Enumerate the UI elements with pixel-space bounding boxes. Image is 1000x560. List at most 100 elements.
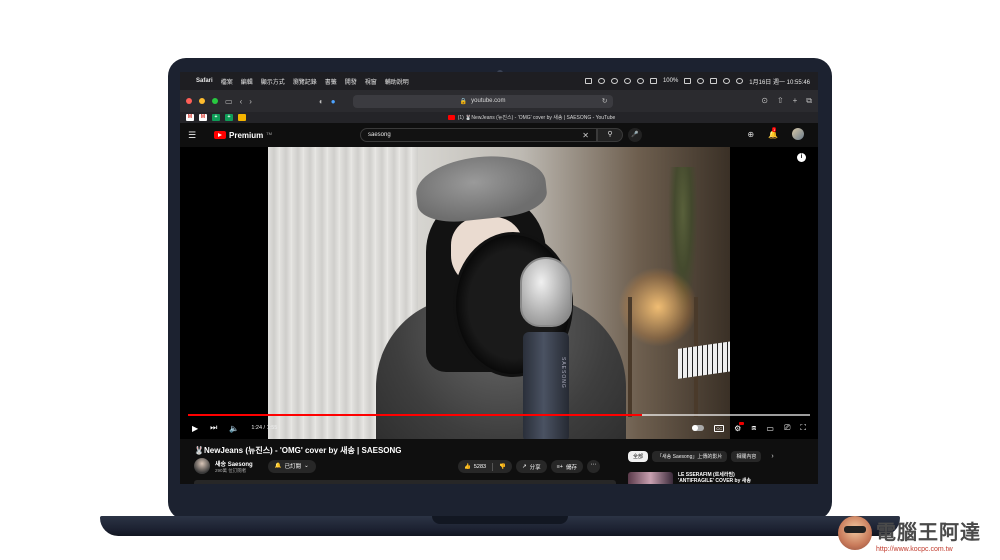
fullscreen-icon[interactable]: ⛶ xyxy=(800,423,806,433)
search-icon[interactable] xyxy=(710,78,718,84)
description-box[interactable] xyxy=(194,480,616,484)
more-actions-icon[interactable]: ⋯ xyxy=(587,460,601,473)
logo-trademark: TM xyxy=(266,130,273,136)
next-icon[interactable]: ⏭ xyxy=(210,423,217,433)
chip-all[interactable]: 全部 xyxy=(628,451,649,462)
laptop-notch xyxy=(432,516,568,524)
siri-icon[interactable] xyxy=(736,78,744,84)
autoplay-toggle[interactable] xyxy=(692,425,705,431)
menubar-item-develop[interactable]: 開發 xyxy=(345,77,357,86)
address-bar[interactable]: 🔒 youtube.com ↻ xyxy=(352,94,613,108)
new-tab-icon[interactable]: + xyxy=(793,96,798,106)
tab-overview-icon[interactable]: ⧉ xyxy=(806,96,812,106)
close-window-button[interactable] xyxy=(186,98,192,104)
menubar-item-view[interactable]: 顯示方式 xyxy=(261,77,285,86)
extension-icon[interactable] xyxy=(610,78,618,84)
menubar-item-bookmarks[interactable]: 書籤 xyxy=(325,77,337,86)
menubar-item-window[interactable]: 視窗 xyxy=(365,77,377,86)
gmail-favorite-icon-2[interactable]: M xyxy=(199,114,207,121)
save-button[interactable]: ≡+ 儲存 xyxy=(550,460,584,473)
zoom-window-button[interactable] xyxy=(212,98,218,104)
battery-icon[interactable] xyxy=(684,78,692,84)
video-player[interactable]: SAESONG i ▶ ⏭ 🔈 1:24 / 1:55 CC ⚙ ⧈ ▭ ⎚ ⛶ xyxy=(180,147,818,439)
chip-channel-uploads[interactable]: 「새송 Saesong」上傳的影片 xyxy=(652,451,728,462)
notifications-bell-icon[interactable]: 🔔 1 xyxy=(768,126,778,139)
watermark-text: 電腦王阿達 http://www.kocpc.com.tw xyxy=(876,516,981,553)
channel-name[interactable]: 새송 Saesong xyxy=(215,459,253,468)
menubar-datetime[interactable]: 1月16日 週一 10:55:46 xyxy=(749,77,810,86)
menubar-item-history[interactable]: 瀏覽記錄 xyxy=(293,77,317,86)
like-dislike-button[interactable]: 👍 5283 👎 xyxy=(458,460,512,473)
subtitles-icon[interactable]: CC xyxy=(714,424,725,432)
youtube-premium-logo[interactable]: Premium TM xyxy=(214,131,272,140)
channel-avatar[interactable] xyxy=(194,458,210,474)
sheets-favorite-icon[interactable]: + xyxy=(212,114,220,121)
recommendation-chips: 全部 「새송 Saesong」上傳的影片 相關內容 › xyxy=(628,451,774,462)
subscribed-button[interactable]: 🔔 已訂閱 ⌄ xyxy=(267,459,316,473)
progress-bar[interactable] xyxy=(188,414,810,416)
settings-gear-icon[interactable]: ⚙ xyxy=(734,421,745,433)
menubar-item-help[interactable]: 輔助說明 xyxy=(385,77,409,86)
share-button[interactable]: ↗ 分享 xyxy=(515,460,547,473)
macos-menubar: Safari 檔案 編輯 顯示方式 瀏覽記錄 書籤 開發 視窗 輔助說明 100… xyxy=(180,72,818,90)
header-actions: ⊕ 🔔 1 xyxy=(747,126,804,140)
active-tab[interactable]: (1) 🐰NewJeans (뉴진스) - 'OMG' cover by 새송 … xyxy=(447,114,615,121)
info-icon[interactable]: i xyxy=(797,153,806,162)
minimize-window-button[interactable] xyxy=(199,98,205,104)
drive-favorite-icon[interactable] xyxy=(238,114,246,121)
thumbs-up-icon[interactable]: 👍 xyxy=(464,464,471,470)
sidebar-toggle-icon[interactable]: ▭ xyxy=(225,97,233,106)
recommended-video[interactable]: LE SSERAFIM (르세라핌) 'ANTIFRAGILE' COVER b… xyxy=(628,472,751,484)
extension-badge-icon[interactable]: ● xyxy=(331,97,336,106)
stage-manager-icon[interactable] xyxy=(584,78,592,84)
back-arrow-icon[interactable]: ‹ xyxy=(240,97,243,106)
gmail-favorite-icon[interactable]: M xyxy=(186,114,194,121)
notification-count: 1 xyxy=(772,126,777,132)
control-center-icon[interactable] xyxy=(723,78,731,84)
privacy-shield-icon[interactable]: ◐ xyxy=(319,97,324,106)
sheets-favorite-icon-2[interactable]: + xyxy=(225,114,233,121)
forward-arrow-icon[interactable]: › xyxy=(249,97,252,106)
chip-related[interactable]: 相關內容 xyxy=(731,451,762,462)
youtube-header: ☰ Premium TM saesong ✕ ⚲ 🎤 ⊕ 🔔 1 xyxy=(180,123,818,147)
laptop-screen: Safari 檔案 編輯 顯示方式 瀏覽記錄 書籤 開發 視窗 輔助說明 100… xyxy=(180,72,818,484)
like-count: 5283 xyxy=(473,463,487,470)
voice-search-icon[interactable]: 🎤 xyxy=(628,128,642,142)
record-icon[interactable] xyxy=(623,78,631,84)
menubar-app-name[interactable]: Safari xyxy=(196,78,213,84)
music-icon[interactable] xyxy=(636,78,644,84)
address-url: youtube.com xyxy=(471,98,506,104)
channel-row: 새송 Saesong 290萬 位訂閱者 🔔 已訂閱 ⌄ xyxy=(194,458,316,474)
cast-icon[interactable]: ⎚ xyxy=(784,423,790,433)
recommended-thumbnail[interactable] xyxy=(628,472,673,484)
downloads-icon[interactable]: ⊙ xyxy=(761,96,768,106)
subscribed-label: 已訂閱 xyxy=(284,464,302,470)
time-display: 1:24 / 1:55 xyxy=(251,425,278,431)
thumbs-down-icon[interactable]: 👎 xyxy=(499,464,506,470)
lock-icon: 🔒 xyxy=(459,98,468,105)
search-input[interactable]: saesong ✕ xyxy=(360,128,597,142)
clear-search-icon[interactable]: ✕ xyxy=(582,131,589,140)
video-frame[interactable]: SAESONG xyxy=(268,147,730,439)
microphone-head xyxy=(520,257,572,327)
chevron-right-icon[interactable]: › xyxy=(771,453,773,460)
create-video-icon[interactable]: ⊕ xyxy=(747,130,754,139)
share-icon[interactable]: ⇧ xyxy=(777,96,784,106)
volume-icon[interactable]: 🔈 xyxy=(229,424,239,433)
reload-icon[interactable]: ↻ xyxy=(602,97,608,105)
search-button[interactable]: ⚲ xyxy=(597,128,623,142)
miniplayer-icon[interactable]: ⧈ xyxy=(751,423,756,433)
focus-icon[interactable] xyxy=(597,78,605,84)
play-icon[interactable]: ▶ xyxy=(192,424,198,433)
wifi-icon[interactable] xyxy=(697,78,705,84)
input-method-icon[interactable] xyxy=(649,78,657,84)
recommended-title-line2[interactable]: 'ANTIFRAGILE' COVER by 새송 xyxy=(678,478,751,484)
theater-mode-icon[interactable]: ▭ xyxy=(766,424,774,433)
menubar-item-file[interactable]: 檔案 xyxy=(221,77,233,86)
search-query: saesong xyxy=(368,132,391,138)
menu-icon[interactable]: ☰ xyxy=(188,130,208,141)
hd-badge xyxy=(739,421,745,425)
account-avatar[interactable] xyxy=(792,128,804,140)
menubar-item-edit[interactable]: 編輯 xyxy=(241,77,253,86)
youtube-play-logo-icon xyxy=(214,131,226,139)
